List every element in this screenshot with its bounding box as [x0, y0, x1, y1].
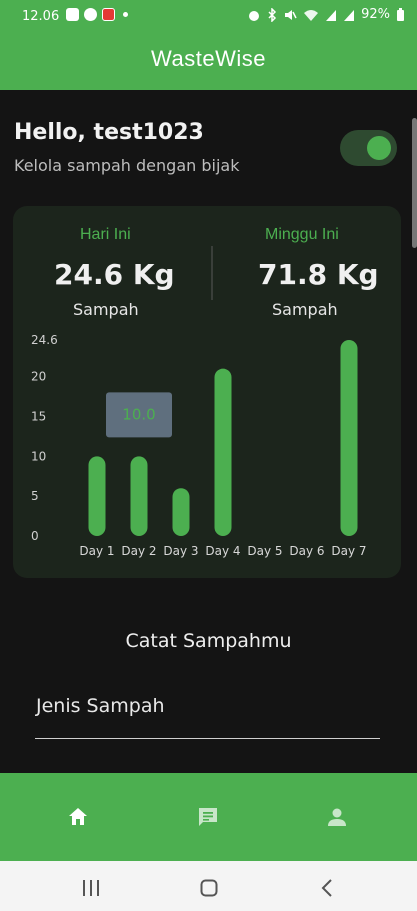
- x-tick-label: Day 3: [163, 544, 198, 558]
- status-bar: 12.06 92%: [0, 0, 417, 34]
- wifi-icon: [304, 9, 319, 21]
- back-button[interactable]: [320, 879, 334, 897]
- y-tick-label: 15: [31, 409, 46, 423]
- x-tick-label: Day 1: [79, 544, 114, 558]
- mute-icon: [285, 9, 297, 20]
- chart-bar[interactable]: [214, 368, 232, 536]
- y-tick-label: 24.6: [31, 333, 58, 347]
- chart-bar[interactable]: [130, 456, 148, 536]
- x-tick-label: Day 5: [247, 544, 282, 558]
- waste-type-field-underline: [35, 738, 380, 739]
- waste-type-field[interactable]: Jenis Sampah: [36, 695, 165, 717]
- status-time: 12.06: [22, 9, 60, 24]
- alarm-icon: [249, 10, 260, 21]
- chart-bar[interactable]: [340, 340, 358, 536]
- toggle-knob[interactable]: [367, 136, 391, 160]
- daily-waste-chart: 0 5 10 15 20 24.6 Day 1 Day 2 Day 3 Day 4 Day 5 Day…: [31, 333, 367, 558]
- recent-apps-button[interactable]: [82, 880, 100, 896]
- battery-icon: [397, 7, 404, 21]
- scrollbar[interactable]: [412, 118, 417, 248]
- signal-icon: [326, 9, 337, 21]
- form-section-title: Catat Sampahmu: [125, 630, 292, 652]
- app-bar: WasteWise: [0, 34, 417, 90]
- x-tick-label: Day 2: [121, 544, 156, 558]
- battery-percent: 92%: [361, 7, 390, 22]
- x-tick-label: Day 7: [331, 544, 366, 558]
- bottom-nav: [0, 773, 417, 861]
- y-tick-label: 0: [31, 529, 39, 543]
- message-icon[interactable]: [196, 805, 220, 829]
- whatsapp-icon: [84, 8, 97, 21]
- y-tick-label: 20: [31, 370, 46, 384]
- greeting-title: Hello, test1023: [14, 120, 204, 145]
- app-title: WasteWise: [151, 46, 266, 71]
- profile-icon[interactable]: [325, 805, 349, 829]
- stats-card: Hari Ini 24.6 Kg Sampah Minggu Ini 71.8 …: [13, 206, 401, 578]
- dot-icon: [123, 12, 128, 17]
- y-tick-label: 10: [31, 449, 46, 463]
- bluetooth-icon: [268, 7, 277, 22]
- app-notification-icon: [102, 8, 115, 21]
- system-icons: 92%: [247, 7, 405, 22]
- signal-icon: [344, 9, 355, 21]
- x-tick-label: Day 6: [289, 544, 324, 558]
- x-tick-label: Day 4: [205, 544, 240, 558]
- system-nav-bar: [0, 861, 417, 911]
- home-button[interactable]: [200, 879, 218, 897]
- theme-toggle[interactable]: [340, 130, 397, 166]
- greeting-subtitle: Kelola sampah dengan bijak: [14, 156, 240, 175]
- chart-tooltip-value: 10.0: [122, 405, 155, 423]
- image-icon: [66, 8, 79, 21]
- home-icon[interactable]: [66, 805, 90, 829]
- y-tick-label: 5: [31, 489, 39, 503]
- chart-bar[interactable]: [172, 488, 190, 536]
- chart-bar[interactable]: [88, 456, 106, 536]
- notification-icons: [66, 8, 128, 21]
